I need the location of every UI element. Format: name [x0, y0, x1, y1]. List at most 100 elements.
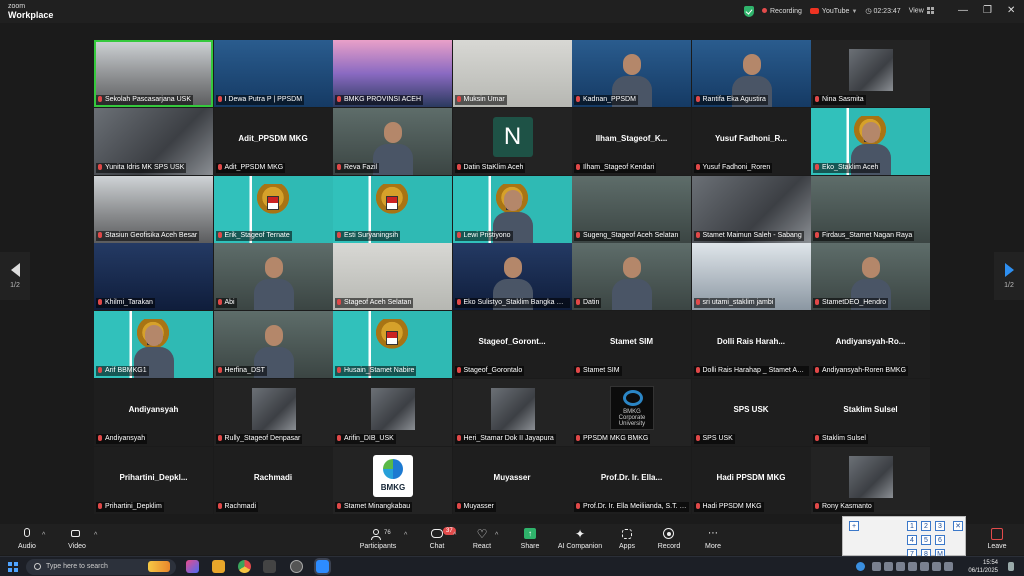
participant-tile[interactable]: Yunita Idris MK SPS USK [94, 107, 213, 175]
participants-button[interactable]: 76 Participants [351, 526, 405, 554]
keypad-key[interactable]: ✕ [953, 521, 963, 531]
participant-tile[interactable]: N Datin StaKlim Aceh [452, 107, 572, 175]
leave-button[interactable]: Leave [970, 526, 1024, 554]
participant-tile[interactable]: Ilham_Stageof_K... Ilham_Stageof Kendari [572, 107, 691, 175]
participant-name-center: Rachmadi [253, 472, 293, 482]
keypad-key[interactable]: 4 [907, 535, 917, 545]
file-explorer-icon[interactable] [212, 560, 225, 573]
participant-tile[interactable]: Datin [572, 243, 691, 311]
keypad-key[interactable]: 5 [921, 535, 931, 545]
keypad-key[interactable]: 3 [935, 521, 945, 531]
notifications-icon[interactable] [1008, 562, 1014, 571]
participant-tile[interactable]: Stageof_Goront... Stageof_Gorontalo [452, 311, 572, 379]
keypad-key[interactable]: + [849, 521, 859, 531]
video-options-caret[interactable]: ^ [94, 532, 97, 539]
app-icon[interactable] [263, 560, 276, 573]
windows-start-icon[interactable] [8, 562, 18, 572]
view-button[interactable]: View [909, 7, 934, 15]
participant-tile[interactable]: BMKG PROVINSI ACEH [333, 40, 452, 107]
youtube-stream-button[interactable]: YouTube ▼ [809, 8, 857, 15]
participant-tile[interactable]: Eko_Staklim Aceh [811, 107, 930, 175]
chrome-icon[interactable] [238, 560, 251, 573]
participant-tile[interactable]: Sugeng_Stageof Aceh Selatan [572, 175, 691, 243]
share-button[interactable]: ↑ Share [503, 526, 557, 554]
security-shield-icon[interactable] [744, 5, 754, 17]
tray-network-icon[interactable] [896, 562, 905, 571]
participant-tile[interactable]: Nina Sasmita [811, 40, 930, 107]
audio-options-caret[interactable]: ^ [42, 532, 45, 539]
participant-tile[interactable]: Arifin_DIB_USK [333, 379, 452, 446]
participant-tile[interactable]: sri utami_staklim jambi [691, 243, 811, 311]
participant-tile[interactable]: Stamet Maimun Saleh - Sabang [691, 175, 811, 243]
previous-page-button[interactable]: 1/2 [0, 252, 30, 300]
video-button[interactable]: Video [50, 526, 104, 554]
tray-wifi-icon[interactable] [932, 562, 941, 571]
participant-tile[interactable]: Husain_Stamet Nabire [333, 311, 452, 379]
participant-tile[interactable]: Stasiun Geofisika Aceh Besar [94, 175, 213, 243]
participant-tile[interactable]: Stageof Aceh Selatan [333, 243, 452, 311]
participant-tile[interactable]: I Dewa Putra P | PPSDM [213, 40, 333, 107]
participant-tile[interactable]: Lewi Pristiyono [452, 175, 572, 243]
participant-tile[interactable]: Herfina_DST [213, 311, 333, 379]
participant-tile[interactable]: StametDEO_Hendro [811, 243, 930, 311]
participant-tile[interactable]: Adit_PPSDM MKG Adit_PPSDM MKG [213, 107, 333, 175]
participant-tile[interactable]: BMKG Stamet Minangkabau [333, 446, 452, 514]
help-tray-icon[interactable] [856, 562, 865, 571]
zoom-taskbar-icon[interactable] [316, 560, 329, 573]
participant-tile[interactable]: Rully_Stageof Denpasar [213, 379, 333, 446]
participant-tile[interactable]: Prof.Dr. Ir. Ella... Prof.Dr. Ir. Ella Me… [572, 446, 691, 514]
participant-tile[interactable]: Prihartini_Depkl... Prihartini_Depklim [94, 446, 213, 514]
participant-tile[interactable]: Khilmi_Tarakan [94, 243, 213, 311]
participant-tile[interactable]: Yusuf Fadhoni_R... Yusuf Fadhoni_Roren [691, 107, 811, 175]
participant-tile[interactable]: Heri_Stamar Dok II Jayapura [452, 379, 572, 446]
participant-tile[interactable]: Arif BBMKG1 [94, 311, 213, 379]
close-window-button[interactable]: ✕ [1007, 5, 1015, 17]
participant-tile[interactable]: Andiyansyah Andiyansyah [94, 379, 213, 446]
participant-tile[interactable]: Firdaus_Stamet Nagan Raya [811, 175, 930, 243]
participant-tile[interactable]: BMKG Corporate University PPSDM MKG BMKG [572, 379, 691, 446]
obs-icon[interactable] [290, 560, 303, 573]
copilot-app-icon[interactable] [186, 560, 199, 573]
participant-tile[interactable]: Sekolah Pascasarjana USK [94, 40, 213, 107]
participant-tile[interactable]: Stamet SIM Stamet SIM [572, 311, 691, 379]
participant-tile[interactable]: Eko Sulistyo_Staklim Bangka Belit... [452, 243, 572, 311]
participant-tile[interactable]: Muyasser Muyasser [452, 446, 572, 514]
participant-tile[interactable]: Staklim Sulsel Staklim Sulsel [811, 379, 930, 446]
maximize-button[interactable]: ❐ [983, 5, 992, 17]
tray-battery-icon[interactable] [920, 562, 929, 571]
participant-name: Rachmadi [224, 502, 257, 510]
keypad-key[interactable]: 2 [921, 521, 931, 531]
participant-tile[interactable]: Rony Kasmanto [811, 446, 930, 514]
participant-name: Rully_Stageof Denpasar [224, 435, 301, 442]
participant-tile[interactable]: Esti Suryaningsih [333, 175, 452, 243]
tray-speaker-icon[interactable] [944, 562, 953, 571]
participant-tile[interactable]: Kadnan_PPSDM [572, 40, 691, 107]
keypad-key[interactable]: 1 [907, 521, 917, 531]
keypad-key[interactable]: 6 [935, 535, 945, 545]
ai-companion-button[interactable]: ✦ AI Companion [553, 526, 607, 554]
participant-tile[interactable]: Abi [213, 243, 333, 311]
participant-tile[interactable]: SPS USK SPS USK [691, 379, 811, 446]
audio-button[interactable]: Audio [0, 526, 54, 554]
participant-tile[interactable]: Andiyansyah-Ro... Andiyansyah-Roren BMKG [811, 311, 930, 379]
tray-chevron-icon[interactable] [872, 562, 881, 571]
participant-name: Khilmi_Tarakan [105, 299, 153, 307]
next-page-button[interactable]: 1/2 [994, 252, 1024, 300]
recording-indicator[interactable]: Recording [762, 7, 802, 15]
participant-tile[interactable]: Reva Fazil [333, 107, 452, 175]
participant-tile[interactable]: Rantifa Eka Agustira [691, 40, 811, 107]
tray-app-icon[interactable] [884, 562, 893, 571]
more-button[interactable]: ⋯ More [686, 526, 740, 554]
participant-tile[interactable]: Muksin Umar [452, 40, 572, 107]
copilot-icon[interactable] [148, 561, 170, 572]
participant-tile[interactable]: Dolli Rais Harah... Dolli Rais Harahap _ … [691, 311, 811, 379]
participant-tile[interactable]: Erik_Stageof Ternate [213, 175, 333, 243]
participant-tile[interactable]: Hadi PPSDM MKG Hadi PPSDM MKG [691, 446, 811, 514]
tray-volume-icon[interactable] [908, 562, 917, 571]
participants-options-caret[interactable]: ^ [404, 532, 407, 539]
minimize-button[interactable]: — [958, 5, 968, 17]
react-options-caret[interactable]: ^ [495, 532, 498, 539]
react-button[interactable]: ♡ React [455, 526, 509, 554]
participant-tile[interactable]: Rachmadi Rachmadi [213, 446, 333, 514]
taskbar-clock[interactable]: 15:54 06/11/2025 [962, 559, 998, 575]
